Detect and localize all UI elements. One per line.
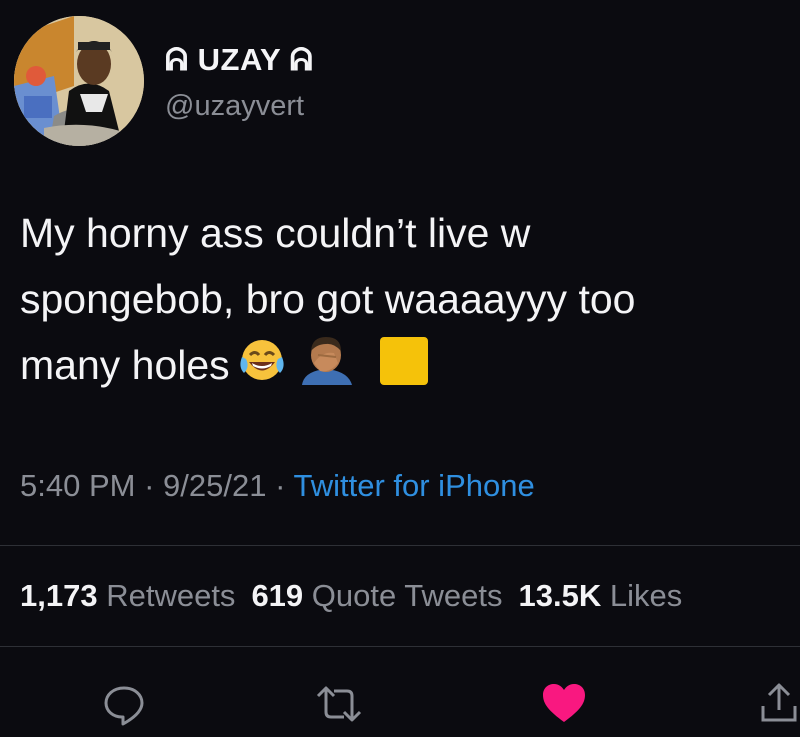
retweets-stat[interactable]: 1,173 Retweets: [20, 578, 235, 613]
man-facepalming-icon: [294, 333, 358, 404]
tweet-card: ᕱ UZAY ᕱ @uzayvert My horny ass couldn’t…: [0, 0, 800, 737]
tweet-text-line-2: spongebob, bro got waaaayyy too: [20, 276, 636, 322]
likes-label: Likes: [609, 578, 683, 613]
user-handle[interactable]: @uzayvert: [165, 90, 304, 123]
tweet-text-line-3-text: many holes: [20, 342, 230, 388]
avatar[interactable]: [14, 16, 144, 146]
quote-tweets-label: Quote Tweets: [311, 578, 503, 613]
like-icon[interactable]: [541, 682, 587, 724]
retweets-label: Retweets: [106, 578, 236, 613]
divider-bottom: [0, 646, 800, 647]
display-name[interactable]: ᕱ UZAY ᕱ: [165, 42, 313, 79]
retweets-count: 1,173: [20, 578, 98, 613]
tweet-text-line-1: My horny ass couldn’t live w: [20, 210, 531, 256]
meta-separator-1: ·: [144, 468, 155, 503]
tweet-meta: 5:40 PM · 9/25/21 · Twitter for iPhone: [20, 468, 535, 504]
share-icon[interactable]: [758, 680, 800, 726]
face-with-tears-of-joy-icon: [236, 333, 288, 404]
engagement-stats: 1,173 Retweets 619 Quote Tweets 13.5K Like…: [20, 578, 682, 614]
quote-tweets-stat[interactable]: 619 Quote Tweets: [251, 578, 502, 613]
quote-tweets-count: 619: [251, 578, 304, 613]
tweet-time: 5:40 PM: [20, 468, 136, 503]
tweet-text-line-3: many holes: [20, 332, 800, 404]
meta-separator-2: ·: [275, 468, 286, 503]
reply-icon[interactable]: [102, 683, 146, 727]
likes-count: 13.5K: [518, 578, 602, 613]
divider-top: [0, 545, 800, 546]
tweet-date: 9/25/21: [163, 468, 267, 503]
likes-stat[interactable]: 13.5K Likes: [519, 578, 683, 613]
avatar-image: [14, 16, 144, 146]
yellow-square-icon: [379, 337, 428, 385]
retweet-icon[interactable]: [314, 684, 364, 724]
tweet-source-link[interactable]: Twitter for iPhone: [293, 468, 534, 503]
tweet-text: My horny ass couldn’t live w spongebob, …: [20, 200, 800, 404]
